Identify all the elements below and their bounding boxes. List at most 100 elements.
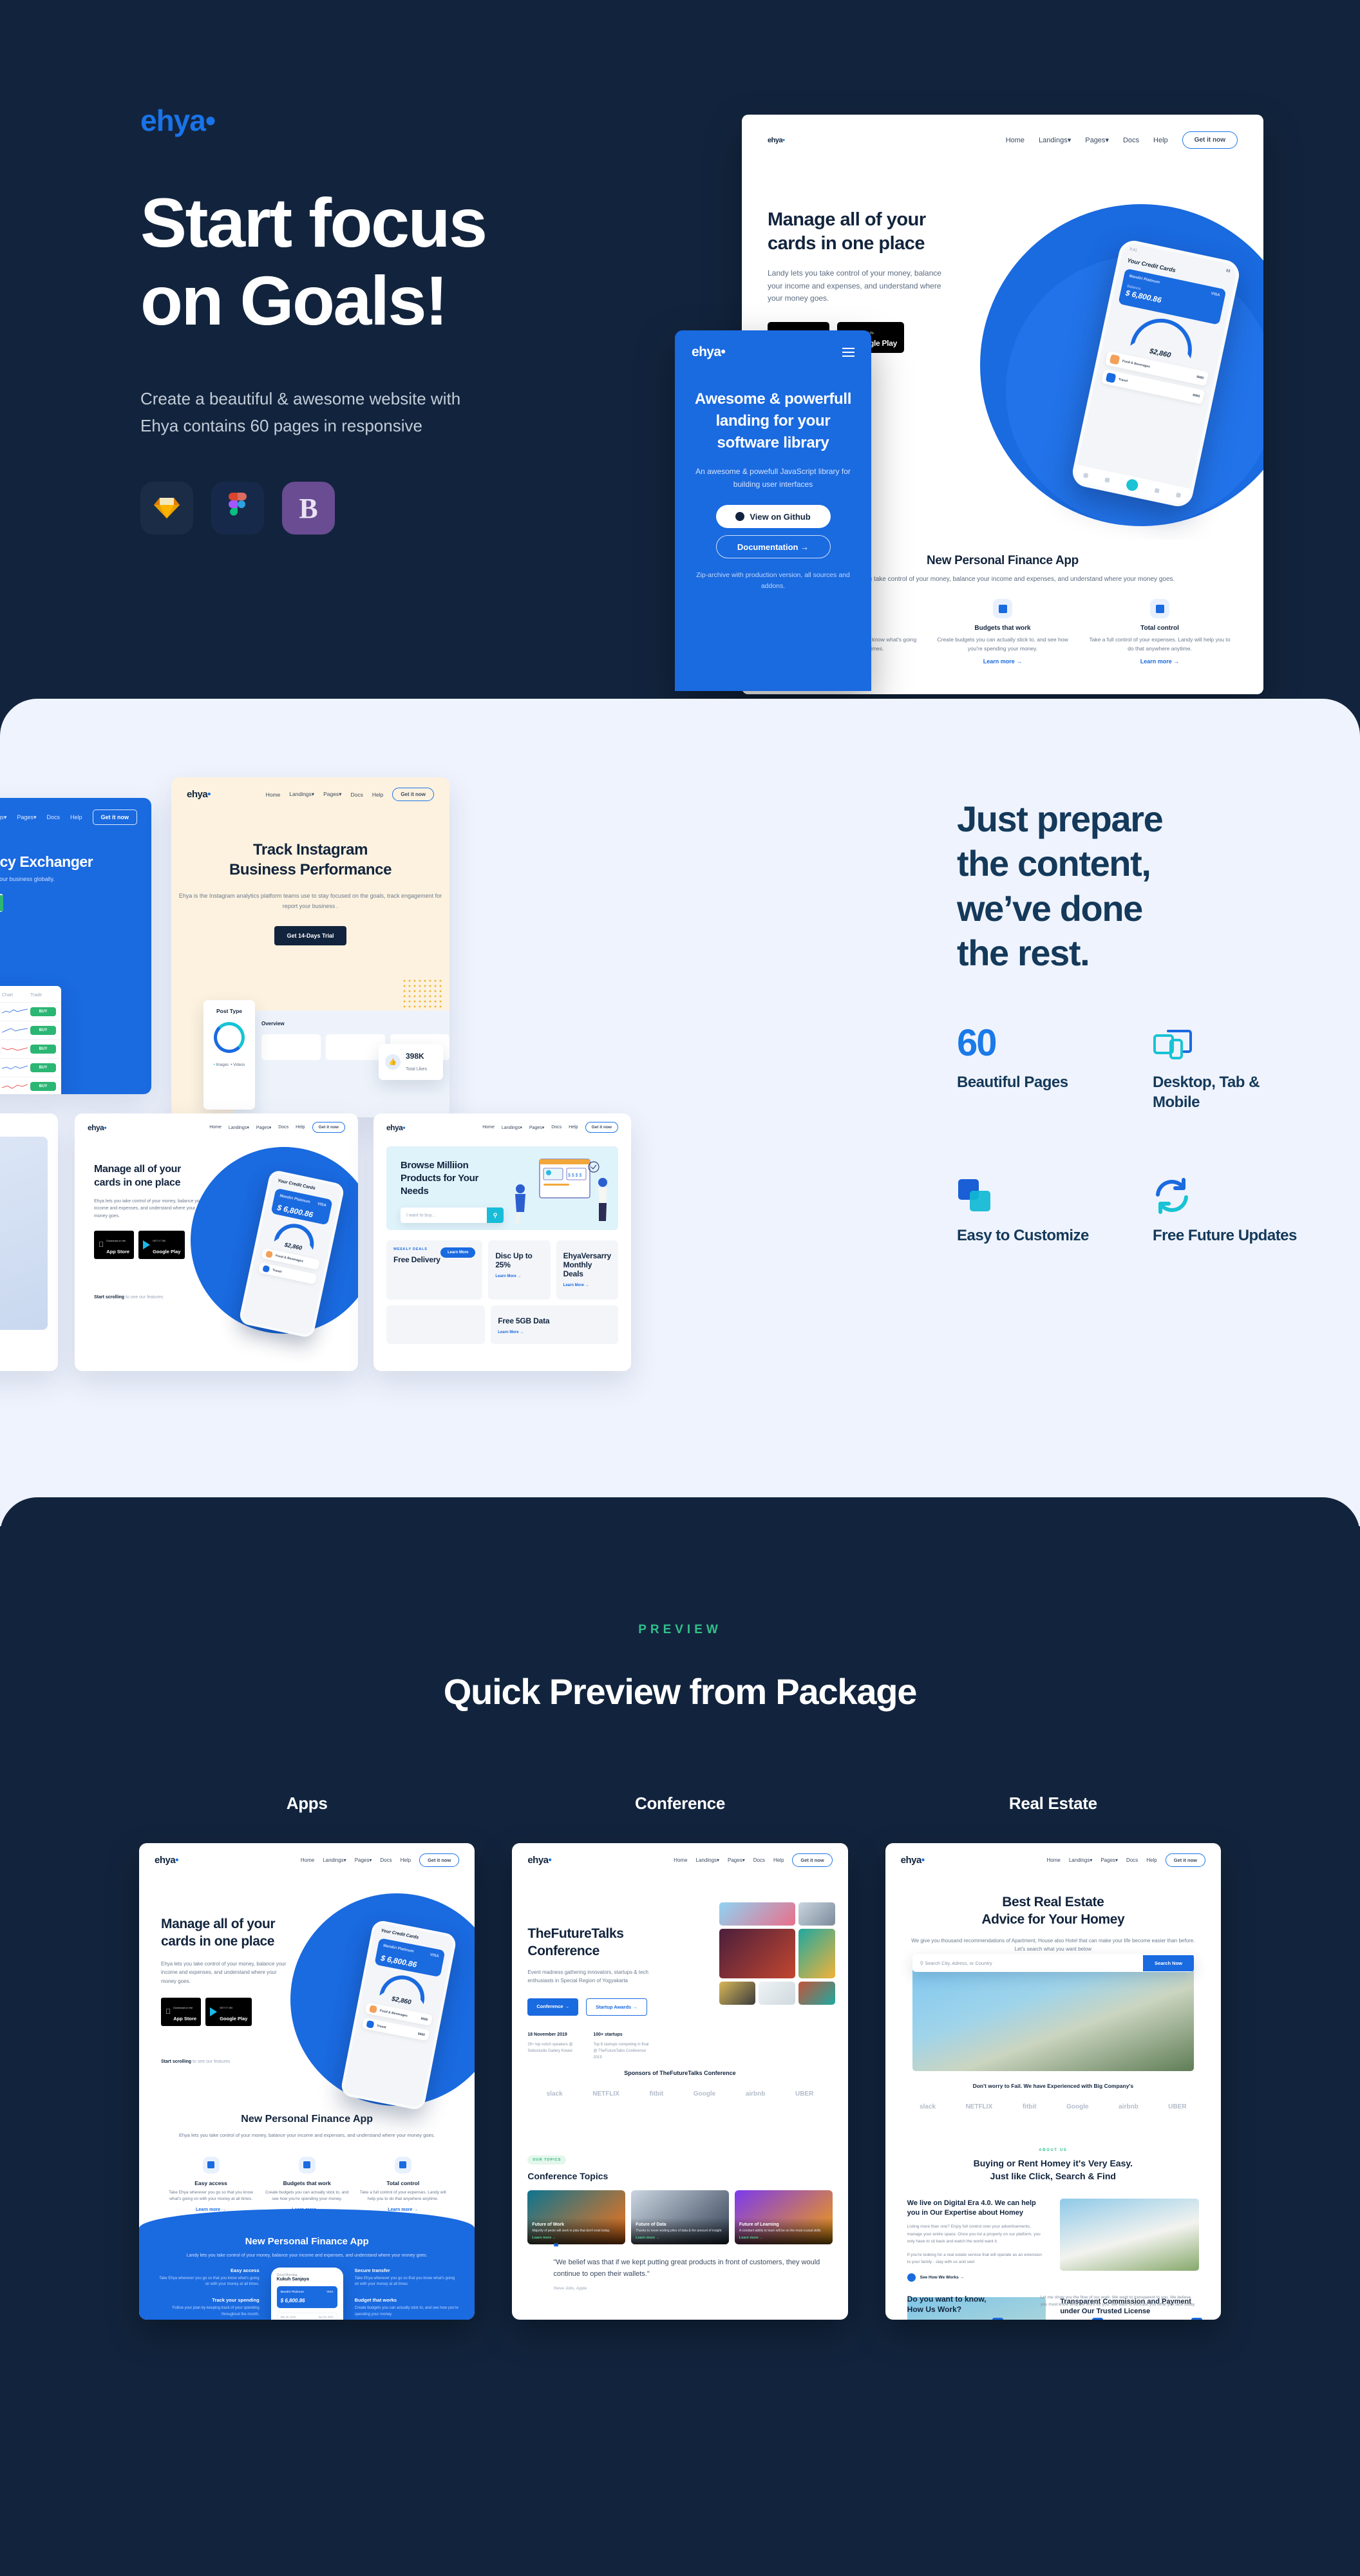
nav-item-home[interactable]: Home xyxy=(674,1857,687,1863)
figma-icon[interactable] xyxy=(211,482,264,535)
mockup-brand[interactable]: ehya• xyxy=(187,789,211,800)
nav-item-landings[interactable]: Landings▾ xyxy=(229,1125,249,1130)
buy-button[interactable]: BUY xyxy=(30,1007,56,1016)
nav-item-landings[interactable]: Landings▾ xyxy=(323,1857,346,1863)
nav-item-landings[interactable]: Landings▾ xyxy=(0,814,6,821)
mockup-brand[interactable]: ehya• xyxy=(88,1123,107,1132)
nav-item-home[interactable]: Home xyxy=(482,1125,495,1130)
learn-more-link[interactable]: Learn more → xyxy=(532,2236,621,2240)
nav-item-home[interactable]: Home xyxy=(209,1125,222,1130)
deal-card[interactable]: Free 5GB Data Learn More → xyxy=(491,1305,618,1344)
nav-item-docs[interactable]: Docs xyxy=(753,1857,765,1863)
nav-item-docs[interactable]: Docs xyxy=(46,814,60,820)
bootstrap-icon[interactable]: B xyxy=(282,482,335,535)
see-how-we-work-link[interactable]: See How We Works → xyxy=(907,2273,1046,2282)
realestate-search-bar[interactable]: ⚲ Search City, Adress, or Country Search… xyxy=(912,1954,1194,1972)
nav-item-help[interactable]: Help xyxy=(70,814,82,820)
learn-more-link[interactable]: Learn more → xyxy=(739,2236,828,2240)
learn-more-link[interactable]: Learn more → xyxy=(931,658,1074,665)
buy-button[interactable]: BUY xyxy=(30,1082,56,1091)
deal-card[interactable]: EhyaVersarry Monthly Deals Learn More → xyxy=(556,1240,618,1300)
nav-item-landings[interactable]: Landings▾ xyxy=(696,1857,720,1863)
nav-item-home[interactable]: Home xyxy=(1047,1857,1061,1863)
nav-item-docs[interactable]: Docs xyxy=(350,791,363,798)
startup-awards-button[interactable]: Startup Awards → xyxy=(586,1998,647,2016)
google-play-button[interactable]: GET IT ONGoogle Play xyxy=(205,1997,252,2026)
nav-item-help[interactable]: Help xyxy=(401,1857,411,1863)
buy-button[interactable]: BUY xyxy=(30,1063,56,1072)
nav-item-pages[interactable]: Pages▾ xyxy=(323,791,341,798)
sketch-icon[interactable] xyxy=(140,482,193,535)
add-button[interactable] xyxy=(1125,478,1139,492)
profile-icon[interactable] xyxy=(1175,492,1181,498)
learn-more-button[interactable]: Learn More xyxy=(440,1247,476,1258)
learn-more-link[interactable]: Learn more → xyxy=(636,2236,724,2240)
conference-button[interactable]: Conference → xyxy=(527,1998,579,2016)
nav-item-help[interactable]: Help xyxy=(773,1857,784,1863)
nav-item-landings[interactable]: Landings▾ xyxy=(1069,1857,1093,1863)
get-it-now-button[interactable]: Get it now xyxy=(92,810,137,825)
nav-item-help[interactable]: Help xyxy=(372,791,383,798)
nav-item-pages[interactable]: Pages▾ xyxy=(1100,1857,1118,1863)
nav-item-help[interactable]: Help xyxy=(296,1125,305,1130)
deal-card[interactable]: Learn More WEEKLY DEALS Free Delivery xyxy=(386,1240,483,1300)
nav-item-help[interactable]: Help xyxy=(1153,137,1168,144)
nav-item-home[interactable]: Home xyxy=(1006,137,1025,144)
apps-preview-frame[interactable]: ehya• Home Landings▾ Pages▾ Docs Help Ge… xyxy=(139,1843,475,2320)
cards-icon[interactable] xyxy=(1154,488,1160,493)
get-started-button[interactable]: Get Started xyxy=(0,895,3,911)
brand-logo[interactable]: ehya• xyxy=(140,103,643,138)
nav-item-help[interactable]: Help xyxy=(569,1125,578,1130)
search-input[interactable]: I want to buy... xyxy=(406,1213,435,1218)
nav-item-pages[interactable]: Pages▾ xyxy=(728,1857,745,1863)
nav-item-landings[interactable]: Landings▾ xyxy=(502,1125,522,1130)
mockup-brand[interactable]: ehya• xyxy=(768,137,785,144)
home-icon[interactable] xyxy=(1083,472,1089,478)
nav-item-pages[interactable]: Pages▾ xyxy=(1085,136,1109,144)
mockup-brand[interactable]: ehya• xyxy=(155,1855,178,1866)
realestate-preview-frame[interactable]: ehya• Home Landings▾ Pages▾ Docs Help Ge… xyxy=(885,1843,1221,2320)
nav-item-pages[interactable]: Pages▾ xyxy=(17,814,36,821)
deal-card[interactable] xyxy=(386,1305,486,1344)
get-it-now-button[interactable]: Get it now xyxy=(312,1122,345,1133)
get-it-now-button[interactable]: Get it now xyxy=(419,1853,460,1867)
learn-more-link[interactable]: Learn more → xyxy=(1088,658,1231,665)
learn-more-link[interactable]: Learn More → xyxy=(495,1274,543,1278)
topic-card[interactable]: Future of Work Majority of peole will wor… xyxy=(527,2190,626,2244)
mockup-brand[interactable]: ehya• xyxy=(692,345,726,360)
mockup-brand[interactable]: ehya• xyxy=(901,1855,925,1866)
stats-icon[interactable] xyxy=(1104,477,1110,483)
topic-card[interactable]: Future of Learning A constant ability to … xyxy=(734,2190,833,2244)
nav-item-home[interactable]: Home xyxy=(301,1857,314,1863)
nav-item-docs[interactable]: Docs xyxy=(380,1857,392,1863)
deal-card[interactable]: Disc Up to 25% Learn More → xyxy=(488,1240,551,1300)
conference-preview-frame[interactable]: ehya• Home Landings▾ Pages▾ Docs Help Ge… xyxy=(512,1843,848,2320)
learn-more-link[interactable]: Learn More → xyxy=(563,1283,611,1287)
app-store-button[interactable]: Download on theApp Store xyxy=(94,1231,135,1260)
nav-item-docs[interactable]: Docs xyxy=(1126,1857,1138,1863)
buy-button[interactable]: BUY xyxy=(30,1045,56,1054)
nav-item-landings[interactable]: Landings▾ xyxy=(1039,136,1071,144)
view-on-github-button[interactable]: View on Github xyxy=(715,505,831,529)
nav-item-help[interactable]: Help xyxy=(1146,1857,1157,1863)
get-it-now-button[interactable]: Get it now xyxy=(792,1853,833,1867)
app-store-button[interactable]: Download on theApp Store xyxy=(161,1997,202,2026)
learn-more-link[interactable]: Learn More → xyxy=(498,1331,611,1334)
get-it-now-button[interactable]: Get it now xyxy=(392,788,434,801)
nav-item-pages[interactable]: Pages▾ xyxy=(529,1125,544,1130)
documentation-button[interactable]: Documentation → xyxy=(715,535,831,559)
search-icon[interactable]: ⚲ xyxy=(487,1208,504,1224)
trial-button[interactable]: Get 14-Days Trial xyxy=(274,925,346,945)
nav-item-docs[interactable]: Docs xyxy=(278,1125,288,1130)
search-now-button[interactable]: Search Now xyxy=(1143,1955,1194,1971)
nav-item-pages[interactable]: Pages▾ xyxy=(355,1857,372,1863)
topic-card[interactable]: Future of Data Thanks to never-ending pil… xyxy=(631,2190,729,2244)
search-input[interactable]: Search City, Adress, or Country xyxy=(925,1960,992,1966)
nav-item-pages[interactable]: Pages▾ xyxy=(256,1125,271,1130)
mockup-brand[interactable]: ehya• xyxy=(527,1855,551,1866)
crypto-signup-form[interactable]: Your Email here.. Get Started xyxy=(0,894,3,912)
mockup-brand[interactable]: ehya• xyxy=(386,1123,406,1132)
buy-button[interactable]: BUY xyxy=(30,1026,56,1035)
shop-search-bar[interactable]: I want to buy... ⚲ xyxy=(401,1208,504,1224)
nav-item-docs[interactable]: Docs xyxy=(1123,137,1139,144)
